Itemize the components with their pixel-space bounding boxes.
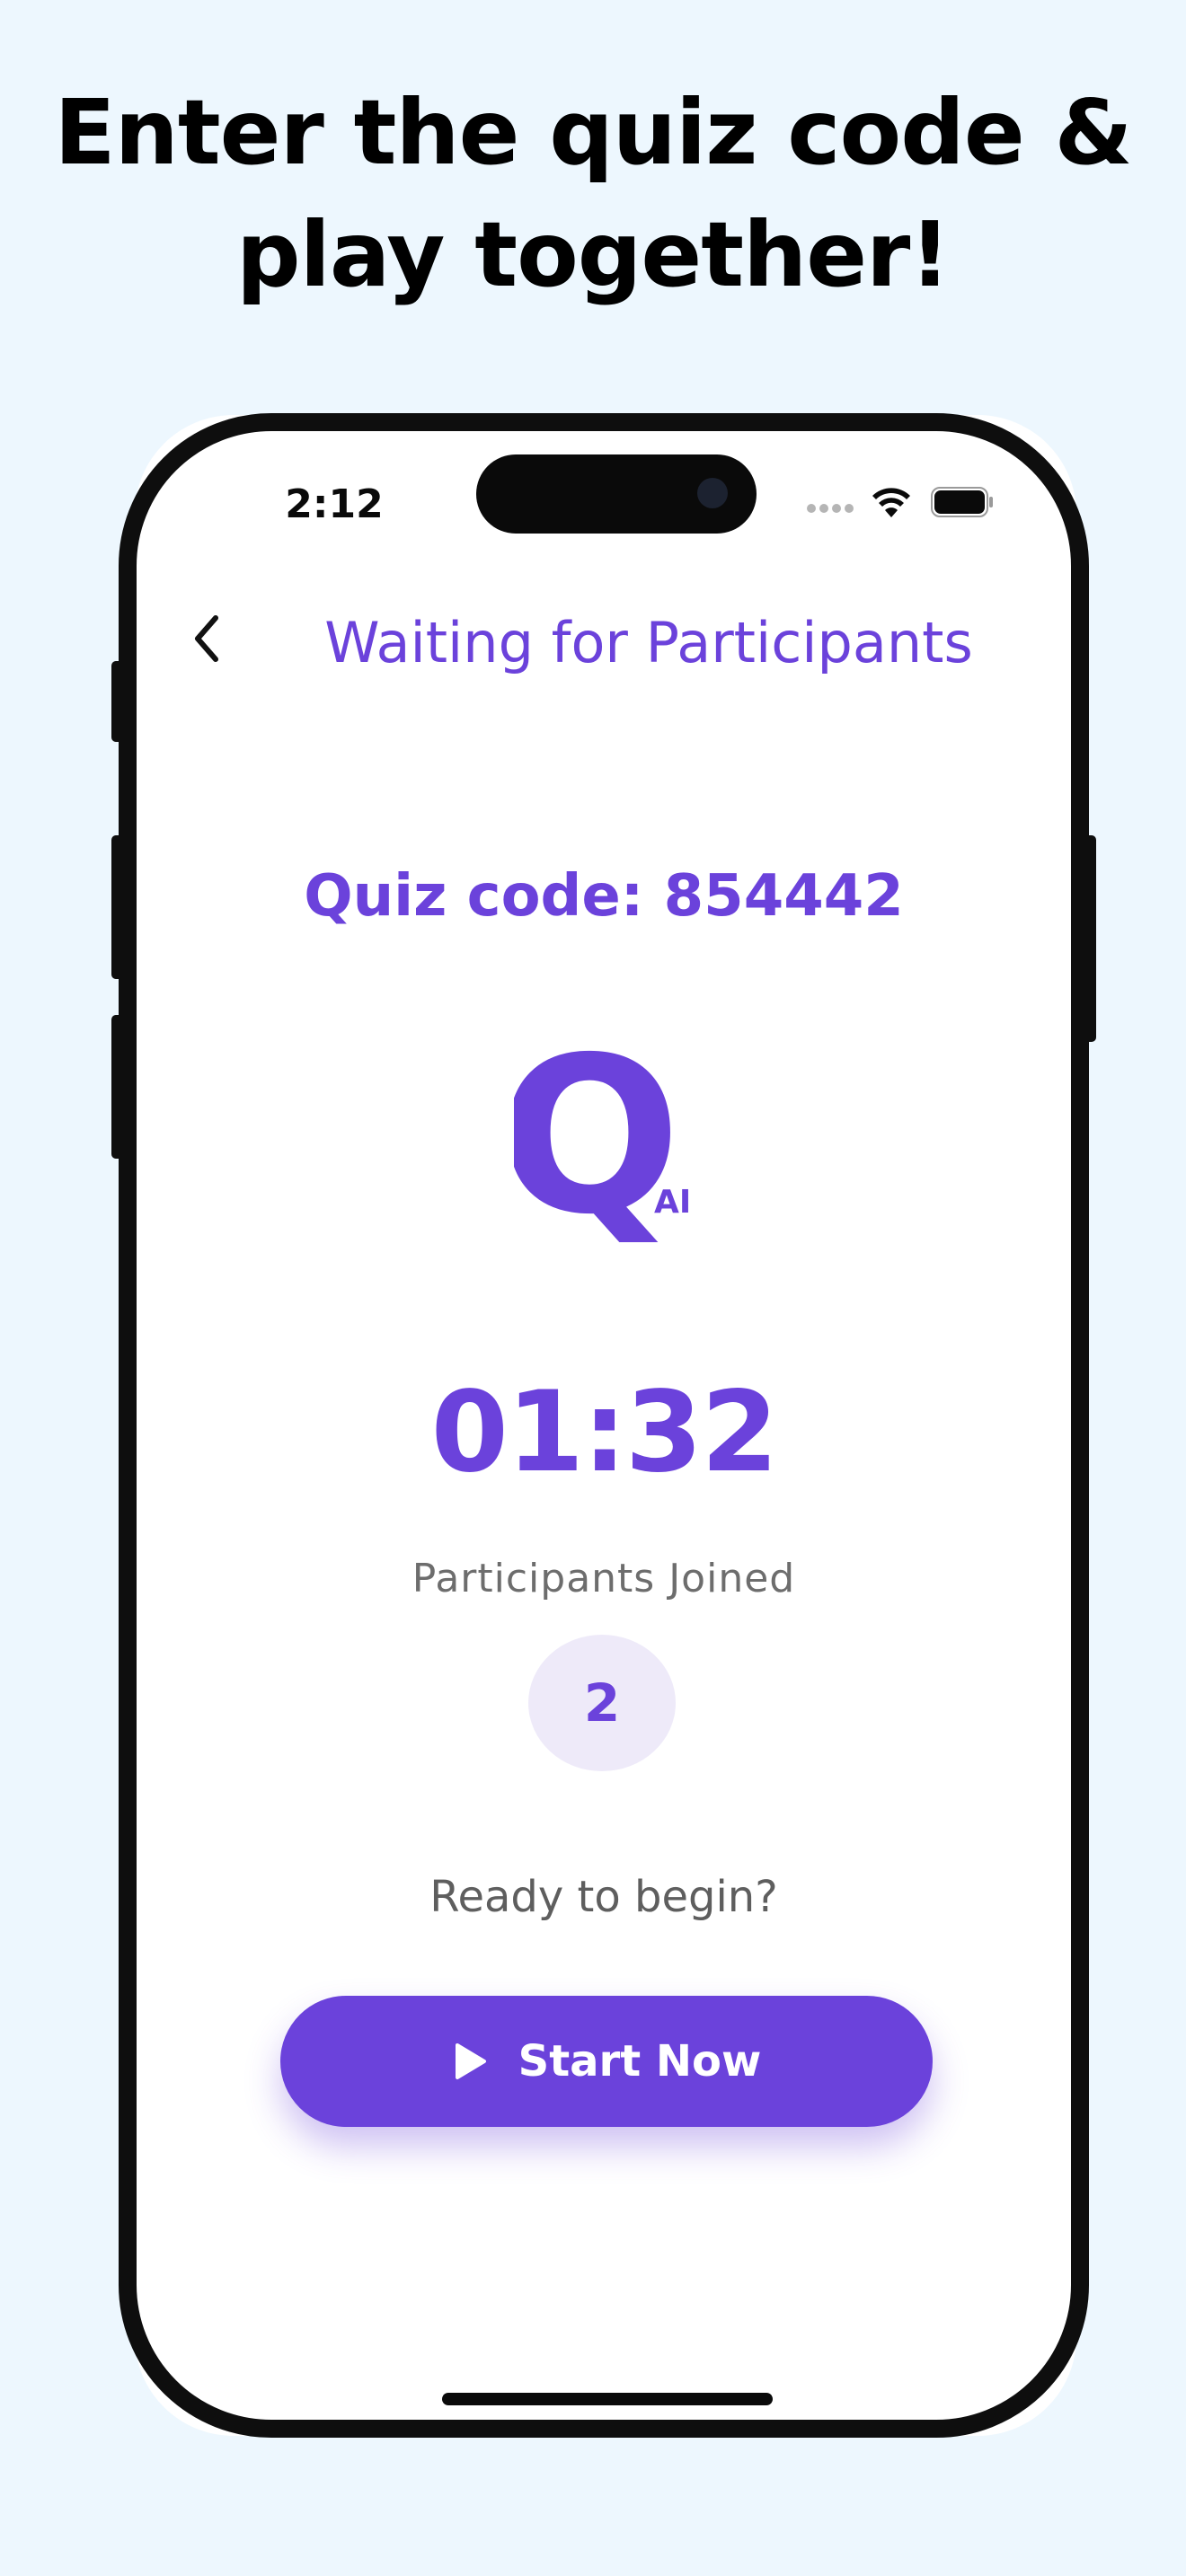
battery-icon [931,487,993,517]
countdown-timer: 01:32 [430,1368,779,1497]
home-indicator[interactable] [442,2393,773,2405]
headline-line-2: play together! [236,202,951,307]
ready-prompt: Ready to begin? [429,1872,778,1922]
back-button[interactable] [181,607,235,670]
signal-icon [807,499,861,513]
start-now-label: Start Now [518,2036,762,2086]
headline-line-1: Enter the quiz code & [54,80,1132,185]
logo-sub: AI [654,1184,691,1221]
dynamic-island [476,454,757,534]
start-now-button[interactable]: Start Now [280,1996,933,2127]
app-logo: Q AI [514,1042,691,1248]
play-icon [455,2043,486,2079]
wifi-icon [872,488,910,517]
chevron-left-icon [195,615,218,662]
front-camera-icon [697,478,728,508]
phone-frame: 2:12 Waiting for Participants Quiz code:… [119,413,1089,2438]
quiz-code: Quiz code: 854442 [304,863,904,930]
page-title: Waiting for Participants [324,610,973,675]
participants-count-badge: 2 [528,1635,676,1771]
status-time: 2:12 [285,481,384,527]
participants-joined-label: Participants Joined [412,1556,796,1601]
promo-headline: Enter the quiz code & play together! [0,72,1186,316]
